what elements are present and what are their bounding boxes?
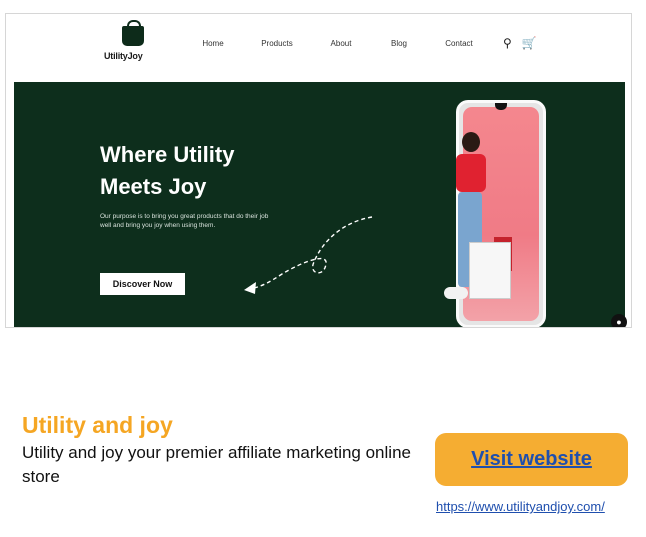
cart-icon[interactable]: 🛒 [522,36,537,50]
card-description: Utility and joy your premier affiliate m… [22,443,411,486]
nav-contact[interactable]: Contact [440,39,478,48]
nav-blog[interactable]: Blog [380,39,418,48]
card-title: Utility and joy [22,412,173,438]
hero-title: Where Utility Meets Joy [100,142,235,199]
nav-about[interactable]: About [322,39,360,48]
hero-banner: Where Utility Meets Joy Our purpose is t… [14,82,627,327]
visit-website-label: Visit website [471,448,592,470]
site-nav: UtilityJoy Home Products About Blog Cont… [6,14,631,80]
visit-website-button[interactable]: Visit website [435,433,628,486]
chat-icon[interactable]: ● [611,314,627,327]
search-icon[interactable]: ⚲ [503,36,512,50]
nav-products[interactable]: Products [258,39,296,48]
site-logo[interactable]: UtilityJoy [104,20,174,72]
discover-now-button[interactable]: Discover Now [100,273,185,295]
shopping-bag-icon [122,20,144,46]
dashed-arrow-graphic [244,216,373,294]
nav-icons: ⚲ 🛒 [503,36,537,50]
logo-text: UtilityJoy [104,51,143,61]
model-with-bags-image [434,132,524,327]
nav-home[interactable]: Home [194,39,232,48]
website-screenshot[interactable]: UtilityJoy Home Products About Blog Cont… [5,13,632,328]
website-url-link[interactable]: https://www.utilityandjoy.com/ [436,499,605,514]
nav-links: Home Products About Blog Contact [194,39,478,48]
